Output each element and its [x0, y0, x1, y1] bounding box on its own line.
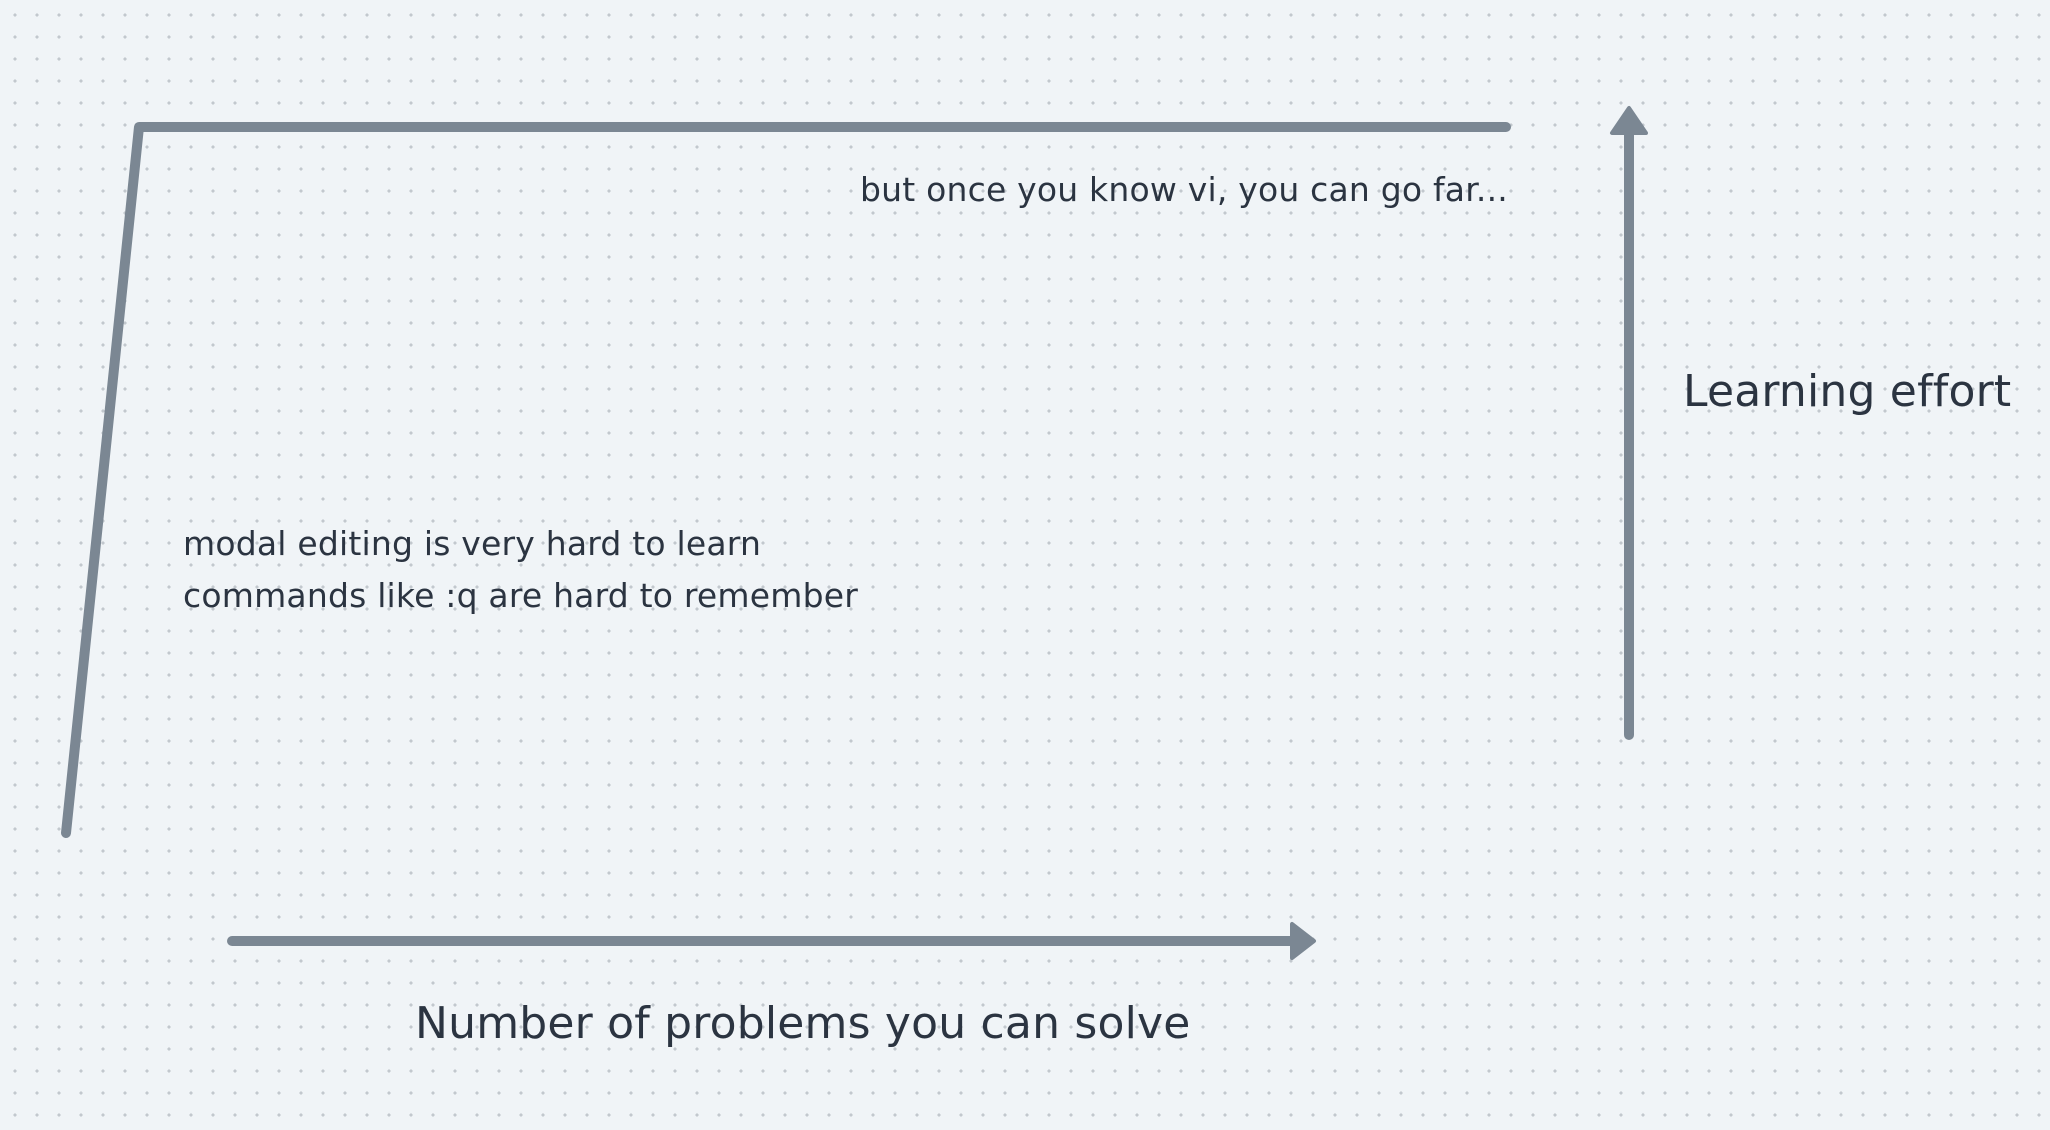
- y-axis-label: Learning effort: [1683, 366, 2012, 417]
- annotation-line-2: commands like :q are hard to remember: [183, 576, 859, 615]
- x-axis-label: Number of problems you can solve: [415, 998, 1191, 1049]
- annotation-line-1: modal editing is very hard to learn: [183, 524, 762, 563]
- y-axis-arrow-head: [1610, 106, 1648, 135]
- learning-curve: [61, 122, 1511, 838]
- plateau-annotation: but once you know vi, you can go far...: [860, 170, 1508, 209]
- x-axis-arrow-head: [1290, 922, 1316, 960]
- steep-curve-annotation: modal editing is very hard to learn comm…: [183, 518, 858, 622]
